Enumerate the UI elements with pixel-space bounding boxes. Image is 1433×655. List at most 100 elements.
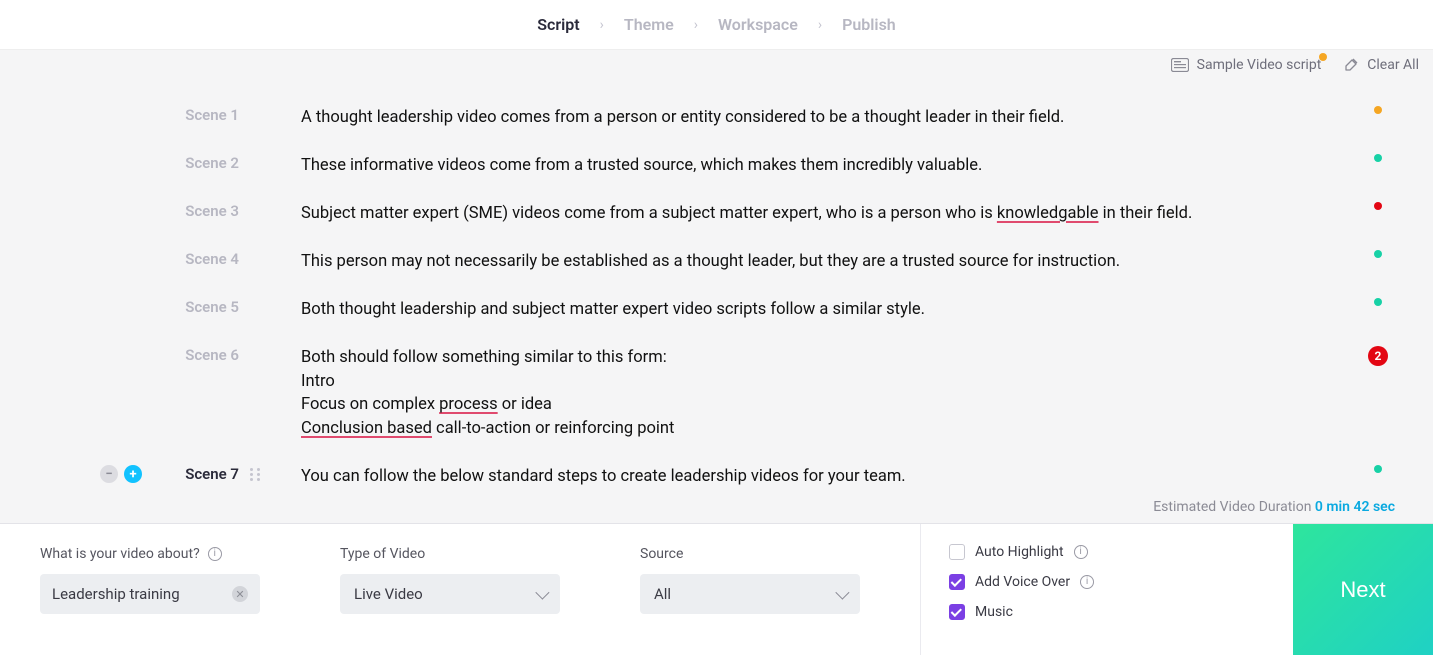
scene-label-col: Scene 1 [0,96,265,124]
source-label: Source [640,546,900,562]
scene-row[interactable]: Scene 3 Subject matter expert (SME) video… [0,190,1433,238]
about-label: What is your video about? i [40,546,300,562]
next-button[interactable]: Next [1293,524,1433,655]
clear-all-link[interactable]: Clear All [1343,57,1419,73]
scene-label[interactable]: Scene 1 [185,106,239,124]
scene-label-col: Scene 6 [0,336,265,364]
option-label: Music [975,604,1013,620]
scene-text[interactable]: Both thought leadership and subject matt… [265,288,1323,332]
text-segment: or idea [498,395,552,414]
broom-icon [1343,57,1359,73]
sample-notification-dot [1319,53,1327,61]
scene-label[interactable]: Scene 7 [185,465,239,483]
scene-status [1323,455,1433,473]
info-icon[interactable]: i [208,547,222,561]
source-select[interactable]: All [640,574,860,614]
scene-row[interactable]: Scene 1 A thought leadership video comes … [0,94,1433,142]
type-label-text: Type of Video [340,546,425,562]
scene-label[interactable]: Scene 5 [185,298,239,316]
bottom-panel: What is your video about? i Leadership t… [0,523,1433,655]
text-segment: in their field. [1099,204,1193,223]
add-scene-button[interactable]: + [124,465,142,483]
scene-row[interactable]: −+ Scene 7 You can follow the below standa… [0,453,1433,487]
checkbox-auto-highlight[interactable] [949,544,965,560]
scene-text[interactable]: These informative videos come from a tru… [265,144,1323,188]
scene-status [1323,240,1433,258]
script-editor: Scene 1 A thought leadership video comes … [0,80,1433,523]
scene-status [1323,192,1433,210]
scene-row[interactable]: Scene 4 This person may not necessarily b… [0,238,1433,286]
estimated-duration-value: 0 min 42 sec [1315,499,1395,515]
text-segment: call-to-action or reinforcing point [432,419,674,438]
option-label: Auto Highlight [975,544,1064,560]
source-label-text: Source [640,546,683,562]
info-icon[interactable]: i [1074,545,1088,559]
scene-row[interactable]: Scene 6 Both should follow something simi… [0,334,1433,454]
status-dot [1374,250,1382,258]
scene-text[interactable]: Both should follow something similar to … [265,336,1323,452]
scene-label-col: Scene 4 [0,240,265,268]
spelling-error: Conclusion based [301,419,432,438]
drag-handle-icon[interactable] [249,467,261,481]
scene-text[interactable]: Subject matter expert (SME) videos come … [265,192,1323,236]
type-select-value: Live Video [354,585,423,603]
estimated-duration-label: Estimated Video Duration [1153,499,1311,515]
estimated-duration: Estimated Video Duration 0 min 42 sec [1153,499,1395,515]
breadcrumb-step-theme[interactable]: Theme [624,15,674,34]
scene-label-col: Scene 5 [0,288,265,316]
scene-controls: −+ [100,465,142,483]
breadcrumb-step-script[interactable]: Script [537,15,579,34]
type-column: Type of Video Live Video [320,524,620,655]
next-button-label: Next [1340,577,1385,603]
remove-scene-button[interactable]: − [100,465,118,483]
clear-all-label: Clear All [1367,57,1419,73]
scene-label-col: Scene 2 [0,144,265,172]
script-icon [1171,58,1189,72]
breadcrumb-step-publish[interactable]: Publish [842,15,896,34]
source-column: Source All [620,524,920,655]
scene-label[interactable]: Scene 2 [185,154,239,172]
checkbox-voice-over[interactable] [949,574,965,590]
scene-text[interactable]: You can follow the below standard steps … [265,455,1323,487]
text-segment: Subject matter expert (SME) videos come … [301,204,997,223]
scene-label-col: −+ Scene 7 [0,455,265,483]
breadcrumb-step-workspace[interactable]: Workspace [718,15,798,34]
checkbox-music[interactable] [949,604,965,620]
option-auto-highlight: Auto Highlight i [949,544,1220,560]
spelling-error: knowledgable [997,204,1099,223]
status-dot [1374,465,1382,473]
clear-about-icon[interactable]: ✕ [232,586,248,602]
chevron-right-icon: › [818,17,822,33]
top-actions-row: Sample Video script Clear All [0,50,1433,80]
scene-row[interactable]: Scene 2 These informative videos come fro… [0,142,1433,190]
status-dot [1374,106,1382,114]
source-select-value: All [654,585,671,603]
about-column: What is your video about? i Leadership t… [0,524,320,655]
about-input-value: Leadership training [52,585,180,603]
option-label: Add Voice Over [975,574,1070,590]
chevron-down-icon [835,586,849,600]
scene-status [1323,144,1433,162]
scene-status [1323,288,1433,306]
chevron-right-icon: › [600,17,604,33]
info-icon[interactable]: i [1080,575,1094,589]
status-dot [1374,154,1382,162]
about-input[interactable]: Leadership training ✕ [40,574,260,614]
scene-label[interactable]: Scene 6 [185,346,239,364]
scene-status [1323,96,1433,114]
spelling-error: process [439,395,498,414]
status-badge[interactable]: 2 [1368,346,1388,366]
scene-row[interactable]: Scene 5 Both thought leadership and subje… [0,286,1433,334]
sample-video-script-label: Sample Video script [1197,57,1322,73]
scene-text[interactable]: A thought leadership video comes from a … [265,96,1323,140]
type-label: Type of Video [340,546,600,562]
option-voice-over: Add Voice Over i [949,574,1220,590]
type-select[interactable]: Live Video [340,574,560,614]
scene-list: Scene 1 A thought leadership video comes … [0,94,1433,487]
status-dot [1374,202,1382,210]
scene-label[interactable]: Scene 4 [185,250,239,268]
sample-video-script-link[interactable]: Sample Video script [1171,57,1322,73]
scene-text[interactable]: This person may not necessarily be estab… [265,240,1323,284]
about-label-text: What is your video about? [40,546,200,562]
scene-label[interactable]: Scene 3 [185,202,239,220]
